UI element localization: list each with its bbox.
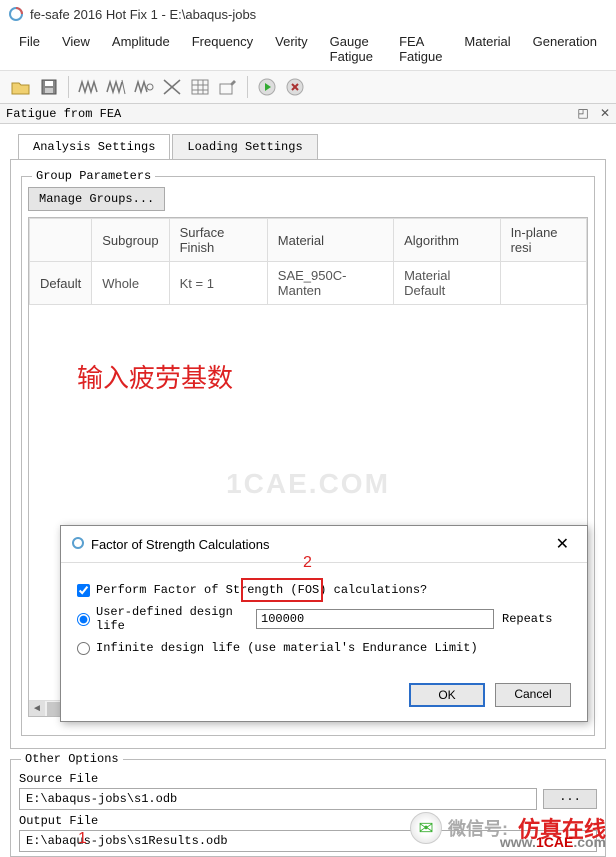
table-icon[interactable] bbox=[187, 74, 213, 100]
table-row[interactable]: Default Whole Kt = 1 SAE_950C-Manten Mat… bbox=[30, 262, 587, 305]
dialog-body: Perform Factor of Strength (FOS) calcula… bbox=[61, 562, 587, 721]
group-table: Subgroup Surface Finish Material Algorit… bbox=[29, 218, 587, 305]
cell-material[interactable]: SAE_950C-Manten bbox=[267, 262, 393, 305]
design-life-input[interactable] bbox=[256, 609, 494, 629]
dialog-titlebar: Factor of Strength Calculations ✕ bbox=[61, 526, 587, 562]
table-header-row: Subgroup Surface Finish Material Algorit… bbox=[30, 219, 587, 262]
signal-icon-1[interactable] bbox=[75, 74, 101, 100]
menu-amplitude[interactable]: Amplitude bbox=[101, 30, 181, 68]
menu-fea-fatigue[interactable]: FEA Fatigue bbox=[388, 30, 453, 68]
save-icon[interactable] bbox=[36, 74, 62, 100]
manage-groups-button[interactable]: Manage Groups... bbox=[28, 187, 165, 211]
annotation-num-1: 1 bbox=[78, 830, 87, 848]
annotation-num-2: 2 bbox=[303, 554, 312, 572]
col-material[interactable]: Material bbox=[267, 219, 393, 262]
perform-fos-label: Perform Factor of Strength (FOS) calcula… bbox=[96, 583, 427, 597]
browse-source-button[interactable]: ... bbox=[543, 789, 597, 809]
infinite-radio[interactable] bbox=[77, 642, 90, 655]
scroll-left-icon[interactable]: ◄ bbox=[29, 701, 45, 717]
app-icon bbox=[8, 6, 24, 22]
cell-inplane[interactable] bbox=[500, 262, 586, 305]
cancel-button[interactable]: Cancel bbox=[495, 683, 571, 707]
col-inplane[interactable]: In-plane resi bbox=[500, 219, 586, 262]
col-algorithm[interactable]: Algorithm bbox=[394, 219, 500, 262]
repeats-label: Repeats bbox=[502, 612, 552, 626]
window-title: fe-safe 2016 Hot Fix 1 - E:\abaqus-jobs bbox=[30, 7, 256, 22]
infinite-label: Infinite design life (use material's End… bbox=[96, 641, 478, 655]
dialog-title: Factor of Strength Calculations bbox=[91, 537, 269, 552]
tab-loading-settings[interactable]: Loading Settings bbox=[172, 134, 317, 159]
toolbar bbox=[0, 70, 616, 104]
menu-file[interactable]: File bbox=[8, 30, 51, 68]
perform-fos-checkbox[interactable] bbox=[77, 584, 90, 597]
group-parameters-legend: Group Parameters bbox=[32, 169, 155, 183]
menubar: File View Amplitude Frequency Verity Gau… bbox=[0, 28, 616, 70]
play-icon[interactable] bbox=[254, 74, 280, 100]
undock-icon[interactable]: ◰ bbox=[577, 106, 588, 120]
fos-dialog: Factor of Strength Calculations ✕ Perfor… bbox=[60, 525, 588, 722]
menu-frequency[interactable]: Frequency bbox=[181, 30, 264, 68]
panel-header: Fatigue from FEA ◰ ✕ bbox=[0, 104, 616, 124]
annotation-text: 输入疲劳基数 bbox=[77, 358, 233, 395]
tab-analysis-settings[interactable]: Analysis Settings bbox=[18, 134, 170, 159]
user-defined-radio[interactable] bbox=[77, 613, 90, 626]
col-blank bbox=[30, 219, 92, 262]
source-file-label: Source File bbox=[19, 772, 597, 786]
cross-plot-icon[interactable] bbox=[159, 74, 185, 100]
panel-close-icon[interactable]: ✕ bbox=[600, 106, 610, 120]
menu-generation[interactable]: Generation bbox=[522, 30, 608, 68]
menu-verity[interactable]: Verity bbox=[264, 30, 319, 68]
ok-button[interactable]: OK bbox=[409, 683, 485, 707]
signal-icon-2[interactable] bbox=[103, 74, 129, 100]
col-subgroup[interactable]: Subgroup bbox=[92, 219, 169, 262]
export-icon[interactable] bbox=[215, 74, 241, 100]
cell-default[interactable]: Default bbox=[30, 262, 92, 305]
cell-subgroup[interactable]: Whole bbox=[92, 262, 169, 305]
menu-material[interactable]: Material bbox=[453, 30, 521, 68]
cell-surface[interactable]: Kt = 1 bbox=[169, 262, 267, 305]
tab-strip: Analysis Settings Loading Settings bbox=[18, 134, 616, 159]
col-surface-finish[interactable]: Surface Finish bbox=[169, 219, 267, 262]
stop-icon[interactable] bbox=[282, 74, 308, 100]
titlebar: fe-safe 2016 Hot Fix 1 - E:\abaqus-jobs bbox=[0, 0, 616, 28]
menu-gauge-fatigue[interactable]: Gauge Fatigue bbox=[319, 30, 388, 68]
watermark: 1CAE.COM bbox=[226, 468, 390, 500]
other-options-legend: Other Options bbox=[21, 752, 123, 766]
dialog-icon bbox=[71, 536, 85, 553]
cell-algorithm[interactable]: Material Default bbox=[394, 262, 500, 305]
wechat-icon: ✉ bbox=[410, 812, 442, 844]
menu-view[interactable]: View bbox=[51, 30, 101, 68]
open-icon[interactable] bbox=[8, 74, 34, 100]
signal-icon-3[interactable] bbox=[131, 74, 157, 100]
close-icon[interactable]: ✕ bbox=[548, 532, 577, 556]
source-file-input[interactable]: E:\abaqus-jobs\s1.odb bbox=[19, 788, 537, 810]
panel-title-text: Fatigue from FEA bbox=[6, 107, 121, 121]
user-defined-label: User-defined design life bbox=[96, 605, 256, 633]
